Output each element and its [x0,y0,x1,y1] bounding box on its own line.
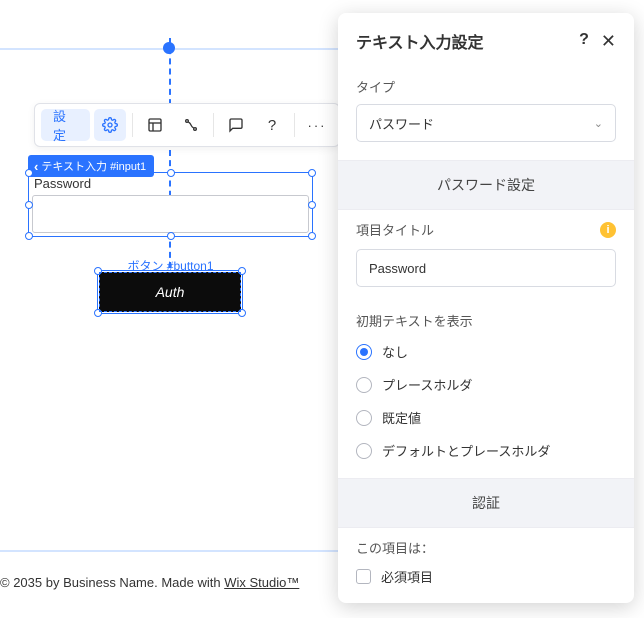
guide-line [0,550,340,552]
help-icon[interactable]: ? [579,31,589,52]
radio-default[interactable]: 既定値 [356,408,616,427]
selection-outline [97,270,243,314]
resize-handle[interactable] [238,309,246,317]
radio-icon [356,443,372,459]
password-input[interactable] [32,195,309,233]
radio-icon [356,344,372,360]
resize-handle[interactable] [308,201,316,209]
resize-handle[interactable] [308,169,316,177]
initial-text-label: 初期テキストを表示 [356,311,616,330]
gear-icon[interactable] [94,109,126,141]
separator [294,113,295,137]
required-checkbox-row[interactable]: 必須項目 [356,567,616,586]
resize-handle[interactable] [308,232,316,240]
chevron-down-icon: ⌄ [594,117,603,130]
settings-button[interactable]: 設定 [41,109,90,141]
radio-icon [356,377,372,393]
auth-button-element[interactable]: Auth [99,272,241,312]
type-value: パスワード [369,114,434,133]
selected-input-element[interactable]: Password [28,172,313,237]
info-icon[interactable]: i [600,222,616,238]
resize-handle[interactable] [167,232,175,240]
section-band-password[interactable]: パスワード設定 [338,160,634,210]
resize-handle[interactable] [25,169,33,177]
resize-handle[interactable] [25,232,33,240]
type-select[interactable]: パスワード ⌄ [356,104,616,142]
resize-handle[interactable] [94,309,102,317]
resize-handle[interactable] [167,169,175,177]
close-icon[interactable]: ✕ [601,31,616,52]
item-title-label: 項目タイトル [356,220,434,239]
resize-handle[interactable] [238,267,246,275]
checkbox-icon [356,569,371,584]
radio-none[interactable]: なし [356,342,616,361]
item-title-input[interactable] [356,249,616,287]
separator [213,113,214,137]
comment-icon[interactable] [220,109,252,141]
radio-both[interactable]: デフォルトとプレースホルダ [356,441,616,460]
required-label: 必須項目 [381,567,433,586]
footer-prefix: © 2035 by Business Name. Made with [0,575,224,590]
separator [132,113,133,137]
panel-header: テキスト入力設定 ? ✕ [338,13,634,67]
radio-placeholder[interactable]: プレースホルダ [356,375,616,394]
anchor-handle[interactable] [163,42,175,54]
help-icon[interactable]: ? [256,109,288,141]
floating-toolbar: 設定 ? ··· [34,103,340,147]
initial-text-radio-group: なし プレースホルダ 既定値 デフォルトとプレースホルダ [356,342,616,460]
panel-title: テキスト入力設定 [356,29,484,53]
layout-icon[interactable] [139,109,171,141]
animation-icon[interactable] [175,109,207,141]
section-band-auth[interactable]: 認証 [338,478,634,528]
radio-icon [356,410,372,426]
canvas-area: 設定 ? ··· テキスト入力 #input1 Password [0,0,340,618]
more-icon[interactable]: ··· [301,109,333,141]
settings-panel: テキスト入力設定 ? ✕ タイプ パスワード ⌄ パスワード設定 項目タイトル … [338,13,634,603]
type-label: タイプ [356,77,616,96]
resize-handle[interactable] [94,267,102,275]
this-item-label: この項目は： [356,538,616,557]
resize-handle[interactable] [25,201,33,209]
footer-link[interactable]: Wix Studio™ [224,575,299,590]
footer-text: © 2035 by Business Name. Made with Wix S… [0,575,299,590]
